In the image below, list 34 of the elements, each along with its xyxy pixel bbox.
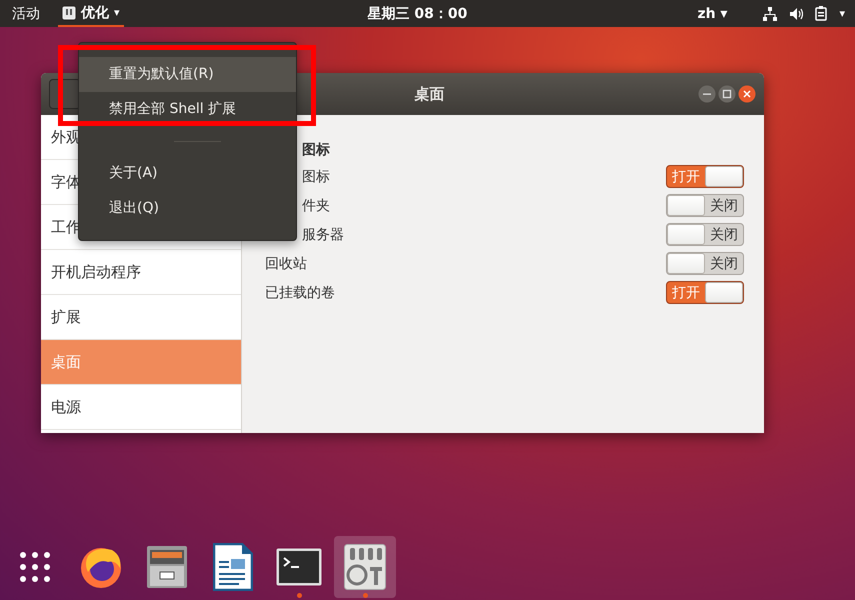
- setting-label: 已挂载的卷: [265, 284, 335, 302]
- close-button[interactable]: [738, 85, 756, 103]
- menu-item[interactable]: 禁用全部 Shell 扩展: [79, 92, 296, 127]
- input-method-menu[interactable]: zh ▾: [697, 6, 728, 22]
- toggle-switch[interactable]: 关闭: [666, 194, 744, 217]
- setting-label: 图标: [301, 168, 330, 186]
- toggle-switch[interactable]: 关闭: [666, 252, 744, 275]
- menu-item[interactable]: 关于(A): [79, 156, 296, 191]
- app-menu-button[interactable]: 优化 ▾: [58, 0, 124, 26]
- section-heading: 图标: [301, 141, 331, 159]
- toggle-switch[interactable]: 关闭: [666, 223, 744, 246]
- dock-highlight[interactable]: [334, 536, 396, 598]
- app-grid-icon[interactable]: [18, 550, 52, 584]
- clock[interactable]: 星期三 08：00: [368, 4, 468, 22]
- window-title: 桌面: [414, 84, 446, 104]
- maximize-button[interactable]: [718, 85, 736, 103]
- sliders-icon: [62, 6, 76, 20]
- setting-label: 件夹: [301, 196, 330, 214]
- setting-label: 回收站: [265, 254, 307, 272]
- terminal-icon[interactable]: [276, 548, 322, 586]
- file-cabinet-icon[interactable]: [146, 544, 188, 590]
- menu-item[interactable]: 退出(Q): [79, 191, 296, 226]
- system-menu-caret[interactable]: ▾: [839, 7, 845, 20]
- sidebar-item[interactable]: 开机启动程序: [41, 250, 241, 295]
- volume-icon[interactable]: [789, 6, 804, 20]
- sidebar-item[interactable]: 电源: [41, 385, 241, 430]
- document-icon[interactable]: [213, 543, 253, 591]
- menu-item[interactable]: 重置为默认值(R): [79, 57, 296, 92]
- activities-button[interactable]: 活动: [12, 4, 40, 22]
- network-icon[interactable]: [763, 6, 778, 20]
- minimize-button[interactable]: [698, 85, 716, 103]
- setting-label: 服务器: [301, 226, 344, 244]
- battery-icon[interactable]: [815, 6, 828, 21]
- tweaks-icon[interactable]: [344, 544, 386, 590]
